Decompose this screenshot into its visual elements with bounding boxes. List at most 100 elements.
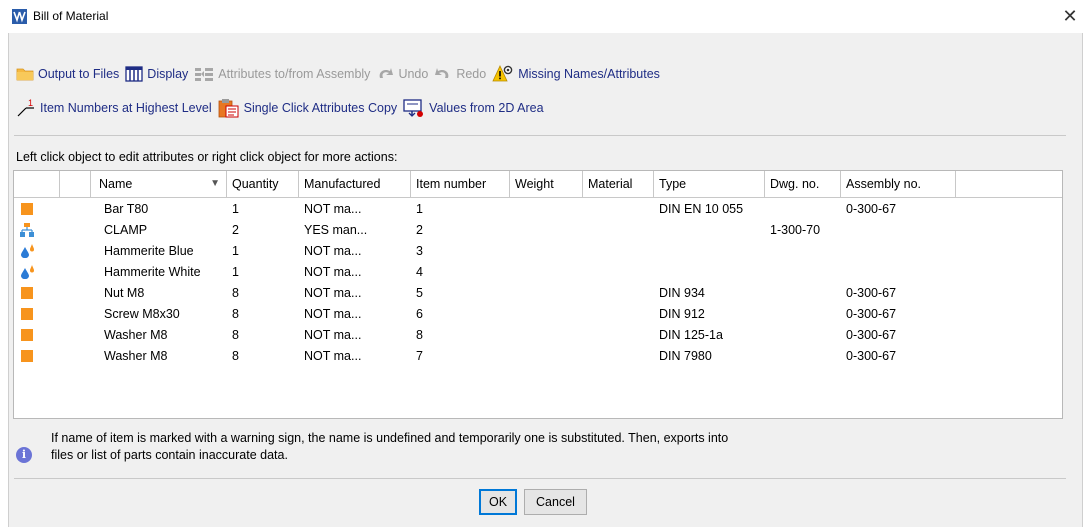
cell-item-number[interactable]: 7 <box>411 346 510 367</box>
col-header-icon[interactable] <box>14 171 60 197</box>
cell-weight[interactable] <box>510 283 583 304</box>
cell-manufactured[interactable]: NOT ma... <box>299 325 411 346</box>
cell-quantity[interactable]: 1 <box>227 241 299 262</box>
cell-item-number[interactable]: 6 <box>411 304 510 325</box>
attributes-to-from-assembly-button[interactable]: Attributes to/from Assembly <box>194 66 370 82</box>
cell-quantity[interactable]: 8 <box>227 283 299 304</box>
table-row[interactable]: Screw M8x30 8 NOT ma... 6 DIN 912 0-300-67 <box>14 304 1062 325</box>
cell-quantity[interactable]: 8 <box>227 325 299 346</box>
cell-material[interactable] <box>583 346 654 367</box>
col-header-type[interactable]: Type <box>654 171 765 197</box>
cell-weight[interactable] <box>510 241 583 262</box>
table-row[interactable]: Hammerite White 1 NOT ma... 4 <box>14 262 1062 283</box>
close-button[interactable]: ✕ <box>1059 5 1081 27</box>
cell-weight[interactable] <box>510 199 583 220</box>
col-header-quantity[interactable]: Quantity <box>227 171 299 197</box>
col-header-material[interactable]: Material <box>583 171 654 197</box>
cell-quantity[interactable]: 1 <box>227 262 299 283</box>
cell-name[interactable]: Hammerite White <box>91 262 227 283</box>
cell-material[interactable] <box>583 325 654 346</box>
cell-manufactured[interactable]: YES man... <box>299 220 411 241</box>
cell-material[interactable] <box>583 283 654 304</box>
redo-button[interactable]: Redo <box>434 66 486 82</box>
cell-item-number[interactable]: 5 <box>411 283 510 304</box>
cell-name[interactable]: Nut M8 <box>91 283 227 304</box>
cell-material[interactable] <box>583 199 654 220</box>
cell-quantity[interactable]: 8 <box>227 346 299 367</box>
cell-assembly-no[interactable]: 0-300-67 <box>841 304 956 325</box>
cell-item-number[interactable]: 1 <box>411 199 510 220</box>
cell-manufactured[interactable]: NOT ma... <box>299 346 411 367</box>
cell-dwg-no[interactable] <box>765 199 841 220</box>
table-row[interactable]: Bar T80 1 NOT ma... 1 DIN EN 10 055 0-300-67 <box>14 199 1062 220</box>
cell-name[interactable]: Hammerite Blue <box>91 241 227 262</box>
cell-dwg-no[interactable] <box>765 283 841 304</box>
cell-quantity[interactable]: 8 <box>227 304 299 325</box>
col-header-assembly-no[interactable]: Assembly no. <box>841 171 956 197</box>
cell-manufactured[interactable]: NOT ma... <box>299 304 411 325</box>
cell-type[interactable]: DIN EN 10 055 <box>654 199 765 220</box>
cell-assembly-no[interactable]: 0-300-67 <box>841 346 956 367</box>
cell-quantity[interactable]: 1 <box>227 199 299 220</box>
cell-assembly-no[interactable] <box>841 220 956 241</box>
cell-weight[interactable] <box>510 262 583 283</box>
col-header-dwg-no[interactable]: Dwg. no. <box>765 171 841 197</box>
cell-material[interactable] <box>583 262 654 283</box>
table-row[interactable]: Nut M8 8 NOT ma... 5 DIN 934 0-300-67 <box>14 283 1062 304</box>
cell-material[interactable] <box>583 220 654 241</box>
table-row[interactable]: Hammerite Blue 1 NOT ma... 3 <box>14 241 1062 262</box>
display-button[interactable]: Display <box>125 66 188 82</box>
col-header-name[interactable]: Name ▼ <box>91 171 227 197</box>
cell-dwg-no[interactable] <box>765 241 841 262</box>
cell-name[interactable]: Screw M8x30 <box>91 304 227 325</box>
cell-name[interactable]: Bar T80 <box>91 199 227 220</box>
cell-item-number[interactable]: 4 <box>411 262 510 283</box>
col-header-item-number[interactable]: Item number <box>411 171 510 197</box>
cell-type[interactable] <box>654 220 765 241</box>
col-header-manufactured[interactable]: Manufactured <box>299 171 411 197</box>
cell-weight[interactable] <box>510 220 583 241</box>
values-from-2d-area-button[interactable]: Values from 2D Area <box>403 98 544 118</box>
cell-dwg-no[interactable] <box>765 304 841 325</box>
cell-manufactured[interactable]: NOT ma... <box>299 199 411 220</box>
table-row[interactable]: Washer M8 8 NOT ma... 8 DIN 125-1a 0-300-67 <box>14 325 1062 346</box>
cell-item-number[interactable]: 3 <box>411 241 510 262</box>
cell-type[interactable]: DIN 125-1a <box>654 325 765 346</box>
cell-quantity[interactable]: 2 <box>227 220 299 241</box>
table-row[interactable]: CLAMP 2 YES man... 2 1-300-70 <box>14 220 1062 241</box>
cell-assembly-no[interactable]: 0-300-67 <box>841 325 956 346</box>
cell-material[interactable] <box>583 241 654 262</box>
cell-weight[interactable] <box>510 346 583 367</box>
cell-dwg-no[interactable] <box>765 262 841 283</box>
cell-name[interactable]: Washer M8 <box>91 346 227 367</box>
cell-assembly-no[interactable]: 0-300-67 <box>841 199 956 220</box>
cell-material[interactable] <box>583 304 654 325</box>
item-numbers-highest-level-button[interactable]: 1 Item Numbers at Highest Level <box>16 98 212 118</box>
cell-dwg-no[interactable]: 1-300-70 <box>765 220 841 241</box>
cell-assembly-no[interactable] <box>841 262 956 283</box>
table-row[interactable]: Washer M8 8 NOT ma... 7 DIN 7980 0-300-67 <box>14 346 1062 367</box>
cell-manufactured[interactable]: NOT ma... <box>299 262 411 283</box>
undo-button[interactable]: Undo <box>376 66 428 82</box>
cell-item-number[interactable]: 8 <box>411 325 510 346</box>
cell-type[interactable] <box>654 241 765 262</box>
cell-manufactured[interactable]: NOT ma... <box>299 241 411 262</box>
cell-assembly-no[interactable] <box>841 241 956 262</box>
cell-weight[interactable] <box>510 325 583 346</box>
cell-manufactured[interactable]: NOT ma... <box>299 283 411 304</box>
ok-button[interactable]: OK <box>479 489 517 515</box>
cell-item-number[interactable]: 2 <box>411 220 510 241</box>
col-header-blank[interactable] <box>60 171 91 197</box>
missing-names-attributes-button[interactable]: Missing Names/Attributes <box>492 65 660 83</box>
cell-weight[interactable] <box>510 304 583 325</box>
output-to-files-button[interactable]: Output to Files <box>16 67 119 81</box>
cell-assembly-no[interactable]: 0-300-67 <box>841 283 956 304</box>
cell-dwg-no[interactable] <box>765 346 841 367</box>
cell-dwg-no[interactable] <box>765 325 841 346</box>
cell-type[interactable] <box>654 262 765 283</box>
cancel-button[interactable]: Cancel <box>524 489 587 515</box>
col-header-weight[interactable]: Weight <box>510 171 583 197</box>
cell-type[interactable]: DIN 934 <box>654 283 765 304</box>
cell-name[interactable]: CLAMP <box>91 220 227 241</box>
cell-type[interactable]: DIN 7980 <box>654 346 765 367</box>
